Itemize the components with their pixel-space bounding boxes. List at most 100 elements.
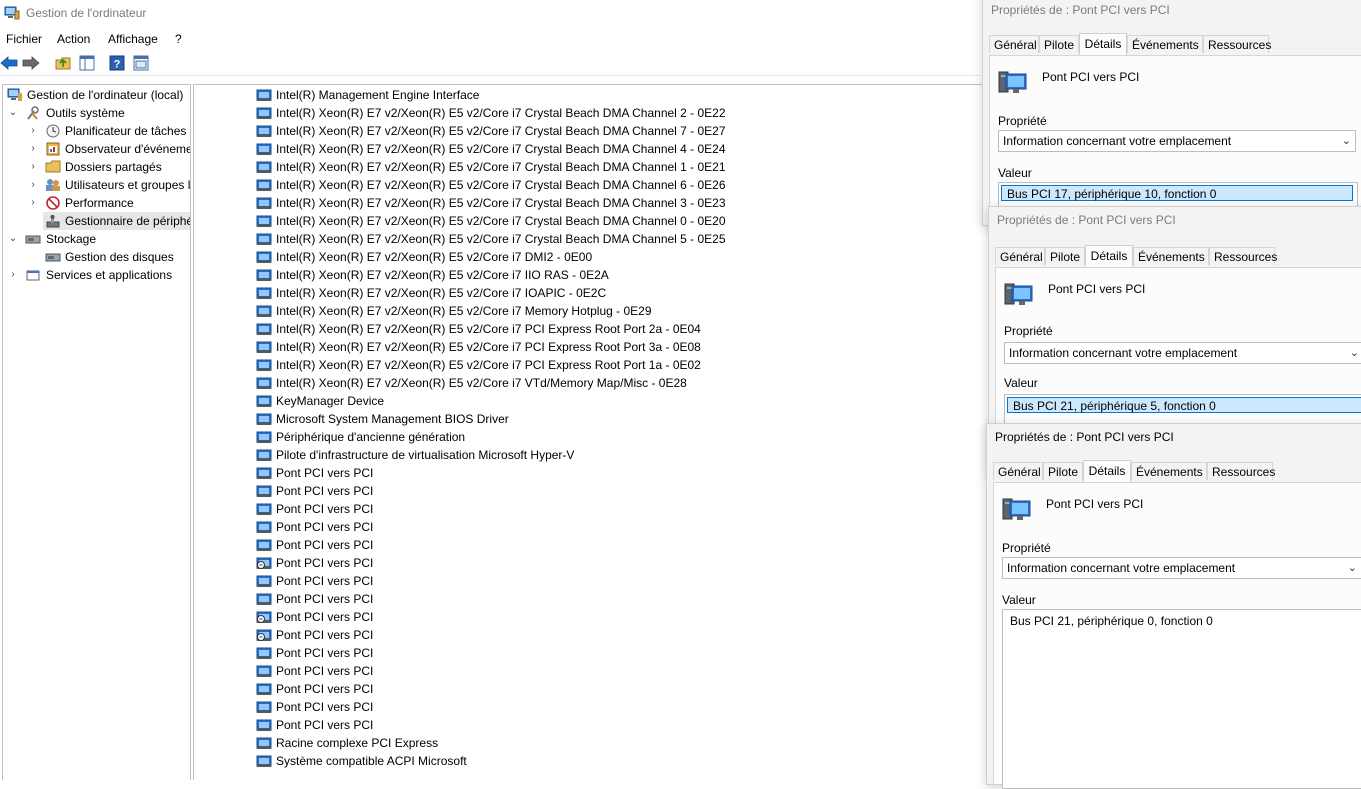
device-row-label: Pont PCI vers PCI bbox=[276, 520, 374, 534]
storage-icon bbox=[25, 235, 41, 244]
tab-resources[interactable]: Ressources bbox=[1209, 247, 1277, 265]
device-list: Intel(R) Management Engine Interface Inte… bbox=[193, 84, 982, 780]
device-row-label: Intel(R) Xeon(R) E7 v2/Xeon(R) E5 v2/Cor… bbox=[276, 304, 652, 318]
device-row-label: Pont PCI vers PCI bbox=[276, 646, 374, 660]
system-device-icon bbox=[256, 179, 272, 191]
device-row-label: Pont PCI vers PCI bbox=[276, 466, 374, 480]
performance-icon bbox=[46, 196, 60, 210]
device-name: Pont PCI vers PCI bbox=[1046, 497, 1144, 511]
tab-events[interactable]: Événements bbox=[1131, 462, 1207, 480]
menu-help[interactable]: ? bbox=[175, 32, 182, 46]
tree-item-device-manager[interactable]: Gestionnaire de périphé bbox=[5, 212, 190, 230]
tab-resources[interactable]: Ressources bbox=[1207, 462, 1275, 480]
tab-details[interactable]: Détails bbox=[1085, 245, 1133, 267]
properties-dialog-1: Propriétés de : Pont PCI vers PCI Généra… bbox=[982, 0, 1361, 226]
value-item[interactable]: Bus PCI 21, périphérique 0, fonction 0 bbox=[1005, 613, 1218, 629]
show-hide-tree-button[interactable] bbox=[78, 54, 96, 72]
device-row-label: Pont PCI vers PCI bbox=[276, 574, 374, 588]
chevron-right-icon[interactable]: › bbox=[27, 194, 39, 212]
device-row-label: Pont PCI vers PCI bbox=[276, 664, 374, 678]
chevron-down-icon[interactable]: ⌄ bbox=[7, 230, 19, 248]
menu-affichage[interactable]: Affichage bbox=[108, 32, 158, 46]
chevron-down-icon: ⌄ bbox=[1347, 562, 1357, 574]
system-device-icon bbox=[256, 755, 272, 767]
tab-general[interactable]: Général bbox=[995, 247, 1045, 265]
system-device-icon bbox=[256, 719, 272, 731]
tree-item-label: Gestion des disques bbox=[65, 250, 174, 264]
device-row-label: Intel(R) Xeon(R) E7 v2/Xeon(R) E5 v2/Cor… bbox=[276, 340, 701, 354]
chevron-right-icon[interactable]: › bbox=[27, 158, 39, 176]
device-row-label: Système compatible ACPI Microsoft bbox=[276, 754, 467, 768]
system-device-icon bbox=[256, 215, 272, 227]
pc-monitor-icon bbox=[1002, 498, 1031, 520]
system-device-icon bbox=[256, 431, 272, 443]
tab-driver[interactable]: Pilote bbox=[1043, 462, 1083, 480]
tab-resources[interactable]: Ressources bbox=[1203, 35, 1271, 53]
properties-button[interactable] bbox=[132, 54, 150, 72]
property-dropdown-value: Information concernant votre emplacement bbox=[1003, 134, 1232, 148]
chevron-right-icon[interactable]: › bbox=[27, 140, 39, 158]
device-row-label: Intel(R) Xeon(R) E7 v2/Xeon(R) E5 v2/Cor… bbox=[276, 124, 726, 138]
tab-details[interactable]: Détails bbox=[1079, 33, 1127, 55]
device-row-label: Intel(R) Xeon(R) E7 v2/Xeon(R) E5 v2/Cor… bbox=[276, 160, 726, 174]
properties-dialog-3: Propriétés de : Pont PCI vers PCI Généra… bbox=[986, 423, 1361, 789]
property-label: Propriété bbox=[1004, 324, 1053, 338]
tab-general[interactable]: Général bbox=[989, 35, 1039, 53]
device-row-label: Racine complexe PCI Express bbox=[276, 736, 439, 750]
tree-item-label: Observateur d'événeme bbox=[65, 142, 191, 156]
property-label: Propriété bbox=[1002, 541, 1051, 555]
tab-general[interactable]: Général bbox=[993, 462, 1043, 480]
device-row-label: Intel(R) Xeon(R) E7 v2/Xeon(R) E5 v2/Cor… bbox=[276, 268, 609, 282]
forward-button[interactable] bbox=[22, 54, 40, 72]
property-dropdown[interactable]: Information concernant votre emplacement… bbox=[998, 130, 1356, 152]
tab-events[interactable]: Événements bbox=[1127, 35, 1203, 53]
menu-action[interactable]: Action bbox=[57, 32, 90, 46]
device-row-label: Intel(R) Xeon(R) E7 v2/Xeon(R) E5 v2/Cor… bbox=[276, 196, 726, 210]
help-button[interactable]: ? bbox=[108, 54, 126, 72]
chevron-right-icon[interactable]: › bbox=[27, 176, 39, 194]
system-device-icon bbox=[256, 161, 272, 173]
system-device-icon bbox=[256, 449, 272, 461]
clock-icon bbox=[46, 124, 60, 138]
chevron-right-icon[interactable]: › bbox=[27, 122, 39, 140]
up-button[interactable] bbox=[54, 54, 72, 72]
up-folder-icon bbox=[55, 57, 71, 70]
properties-icon bbox=[133, 55, 149, 71]
chevron-right-icon[interactable]: › bbox=[7, 266, 19, 284]
value-label: Valeur bbox=[998, 166, 1032, 180]
chevron-down-icon: ⌄ bbox=[1349, 347, 1359, 359]
property-dropdown[interactable]: Information concernant votre emplacement… bbox=[1004, 342, 1361, 364]
tab-driver[interactable]: Pilote bbox=[1045, 247, 1085, 265]
property-dropdown-value: Information concernant votre emplacement bbox=[1009, 346, 1238, 360]
forward-arrow-icon bbox=[22, 56, 40, 70]
menu-fichier[interactable]: Fichier bbox=[6, 32, 42, 46]
device-row-label: Pont PCI vers PCI bbox=[276, 502, 374, 516]
back-button[interactable] bbox=[0, 54, 18, 72]
value-item[interactable]: Bus PCI 17, périphérique 10, fonction 0 bbox=[1001, 185, 1353, 201]
tools-icon bbox=[27, 106, 39, 120]
system-device-icon bbox=[256, 125, 272, 137]
dialog-title: Propriétés de : Pont PCI vers PCI bbox=[995, 430, 1174, 444]
show-hide-tree-icon bbox=[79, 55, 95, 71]
details-panel: Pont PCI vers PCI Propriété Information … bbox=[993, 482, 1361, 789]
system-device-icon bbox=[256, 323, 272, 335]
tab-driver[interactable]: Pilote bbox=[1039, 35, 1079, 53]
device-manager-icon bbox=[46, 215, 60, 228]
shared-folder-icon bbox=[45, 160, 61, 173]
device-row-label: Pont PCI vers PCI bbox=[276, 484, 374, 498]
system-device-icon bbox=[256, 305, 272, 317]
tab-events[interactable]: Événements bbox=[1133, 247, 1209, 265]
system-device-icon bbox=[256, 359, 272, 371]
system-device-icon bbox=[256, 89, 272, 101]
tab-details[interactable]: Détails bbox=[1083, 460, 1131, 482]
device-row-label: Intel(R) Xeon(R) E7 v2/Xeon(R) E5 v2/Cor… bbox=[276, 232, 726, 246]
system-device-icon bbox=[256, 557, 272, 569]
system-device-icon bbox=[256, 197, 272, 209]
value-list[interactable]: Bus PCI 21, périphérique 0, fonction 0 bbox=[1002, 609, 1361, 789]
property-dropdown[interactable]: Information concernant votre emplacement… bbox=[1002, 557, 1361, 579]
tree-item-label: Outils système bbox=[46, 106, 125, 120]
value-item[interactable]: Bus PCI 21, périphérique 5, fonction 0 bbox=[1007, 397, 1361, 413]
device-name: Pont PCI vers PCI bbox=[1042, 70, 1140, 84]
device-row-label: Pont PCI vers PCI bbox=[276, 592, 374, 606]
chevron-down-icon[interactable]: ⌄ bbox=[7, 104, 19, 122]
